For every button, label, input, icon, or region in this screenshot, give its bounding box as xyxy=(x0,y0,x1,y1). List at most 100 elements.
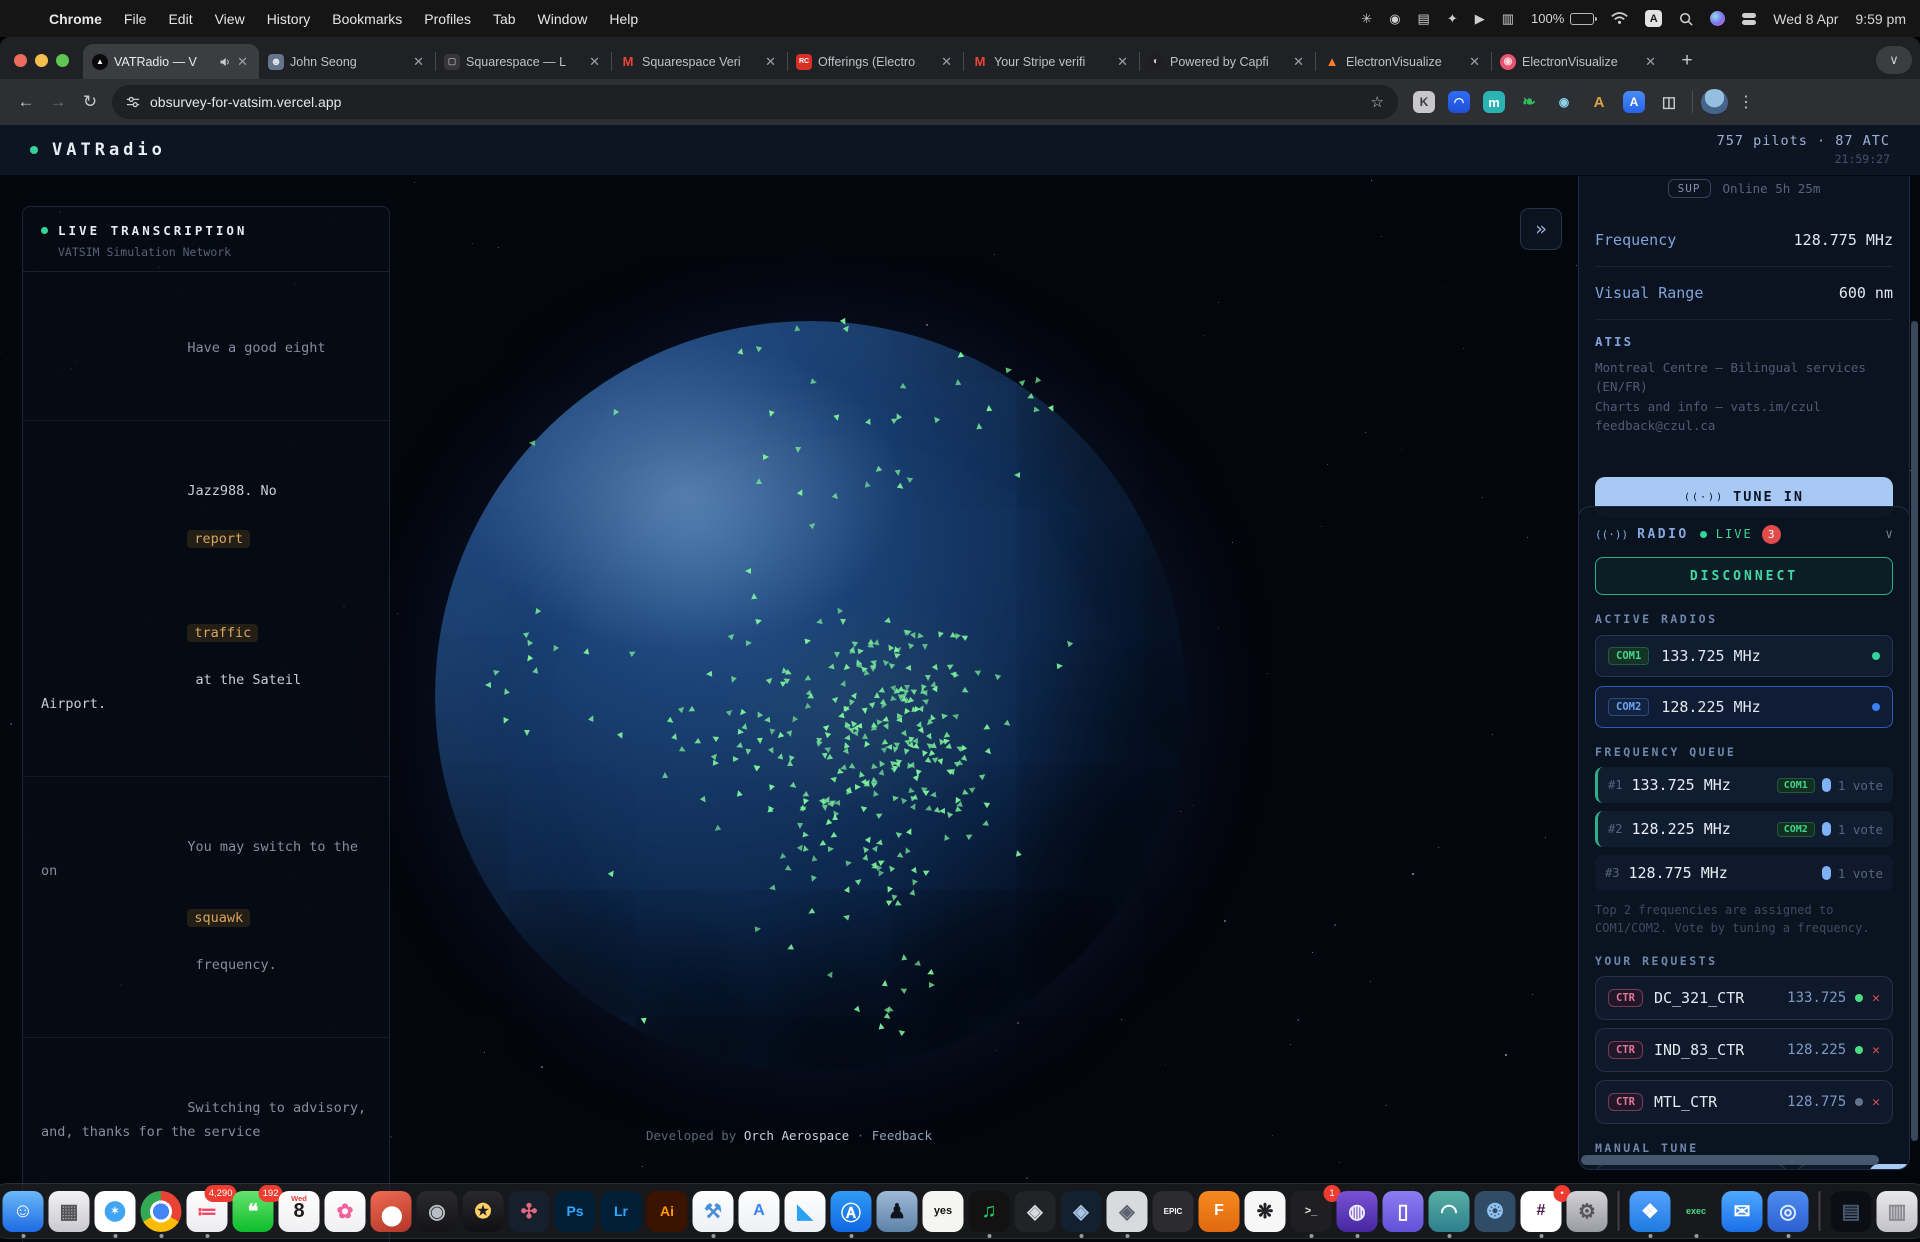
dock-icon-reminders[interactable]: ≔ 4,290 xyxy=(187,1191,228,1232)
aircraft-marker[interactable] xyxy=(797,823,803,829)
footer-brand-link[interactable]: Orch Aerospace xyxy=(744,1128,849,1143)
menu-item[interactable]: Help xyxy=(598,11,649,27)
dock-icon-theater[interactable]: ◉ xyxy=(417,1191,458,1232)
ext-monica-icon[interactable]: m xyxy=(1483,91,1505,113)
aircraft-marker[interactable] xyxy=(533,608,541,616)
dock-icon-vscode[interactable]: ◣ xyxy=(785,1191,826,1232)
aircraft-marker[interactable] xyxy=(843,748,851,756)
menu-bar-date[interactable]: Wed 8 Apr xyxy=(1773,11,1838,27)
aircraft-marker[interactable] xyxy=(862,708,869,715)
tab-close-icon[interactable]: ✕ xyxy=(1643,54,1658,70)
address-bar[interactable]: obsurvey-for-vatsim.vercel.app ☆ xyxy=(112,85,1398,119)
aircraft-marker[interactable] xyxy=(751,593,757,599)
aircraft-marker[interactable] xyxy=(776,732,784,740)
aircraft-marker[interactable] xyxy=(833,414,840,421)
aircraft-marker[interactable] xyxy=(962,687,970,695)
aircraft-marker[interactable] xyxy=(926,969,934,977)
active-radio-row[interactable]: COM1 133.725 MHz xyxy=(1595,635,1893,677)
aircraft-marker[interactable] xyxy=(840,679,848,687)
aircraft-marker[interactable] xyxy=(611,409,619,417)
aircraft-marker[interactable] xyxy=(832,493,840,501)
aircraft-marker[interactable] xyxy=(859,804,867,812)
close-window-button[interactable] xyxy=(14,54,27,67)
aircraft-marker[interactable] xyxy=(768,747,776,755)
control-center-icon[interactable] xyxy=(1742,13,1756,25)
url-text[interactable]: obsurvey-for-vatsim.vercel.app xyxy=(150,94,1361,110)
aircraft-marker[interactable] xyxy=(910,794,918,802)
dock-icon-slack[interactable]: # • xyxy=(1521,1191,1562,1232)
aircraft-marker[interactable] xyxy=(525,638,533,646)
tab-close-icon[interactable]: ✕ xyxy=(411,54,426,70)
aircraft-marker[interactable] xyxy=(966,832,974,840)
aircraft-marker[interactable] xyxy=(862,733,868,739)
aircraft-marker[interactable] xyxy=(887,864,895,872)
aircraft-marker[interactable] xyxy=(671,732,679,740)
ext-chatbot-icon[interactable]: ◉ xyxy=(1553,91,1575,113)
aircraft-marker[interactable] xyxy=(849,763,857,771)
nordvpn-icon[interactable]: ◉ xyxy=(1389,11,1400,27)
chevron-down-icon[interactable]: ∨ xyxy=(1885,527,1893,542)
aircraft-marker[interactable] xyxy=(1026,393,1034,401)
aircraft-marker[interactable] xyxy=(803,832,810,839)
dock-icon-safari[interactable]: ✶ xyxy=(95,1191,136,1232)
aircraft-marker[interactable] xyxy=(869,662,876,669)
play-circle-icon[interactable]: ▶ xyxy=(1475,11,1485,27)
aircraft-marker[interactable] xyxy=(874,692,880,698)
aircraft-marker[interactable] xyxy=(883,723,891,731)
aircraft-marker[interactable] xyxy=(955,806,963,814)
profile-avatar[interactable] xyxy=(1701,89,1728,116)
aircraft-marker[interactable] xyxy=(834,652,840,658)
aircraft-marker[interactable] xyxy=(883,617,890,624)
aircraft-marker[interactable] xyxy=(777,752,784,759)
aircraft-marker[interactable] xyxy=(827,970,835,978)
dock-icon-lightroom[interactable]: Lr xyxy=(601,1191,642,1232)
dock-icon-appstore[interactable]: Ⓐ xyxy=(831,1191,872,1232)
aircraft-marker[interactable] xyxy=(902,748,909,755)
aircraft-marker[interactable] xyxy=(733,756,739,762)
remove-request-icon[interactable]: ✕ xyxy=(1872,1043,1880,1058)
aircraft-marker[interactable] xyxy=(678,705,686,713)
aircraft-marker[interactable] xyxy=(855,877,863,885)
aircraft-marker[interactable] xyxy=(735,742,743,750)
collapse-sidebar-button[interactable]: » xyxy=(1520,208,1562,250)
aircraft-marker[interactable] xyxy=(909,888,916,895)
aircraft-marker[interactable] xyxy=(588,714,596,722)
aircraft-marker[interactable] xyxy=(926,733,934,741)
aircraft-marker[interactable] xyxy=(766,676,774,684)
browser-tab[interactable]: ◉ ElectronVisualize ✕ xyxy=(1491,44,1667,79)
aircraft-marker[interactable] xyxy=(912,738,918,744)
dock-sep-2[interactable] xyxy=(1819,1191,1821,1231)
aircraft-marker[interactable] xyxy=(822,805,829,812)
aircraft-marker[interactable] xyxy=(824,819,832,827)
aircraft-marker[interactable] xyxy=(769,729,776,736)
aircraft-marker[interactable] xyxy=(871,789,879,797)
aircraft-marker[interactable] xyxy=(768,884,775,891)
aircraft-marker[interactable] xyxy=(981,820,989,828)
aircraft-marker[interactable] xyxy=(862,853,869,860)
dock-icon-bear[interactable] xyxy=(371,1191,412,1232)
dock-icon-calendar[interactable]: Wed 8 xyxy=(279,1191,320,1232)
aircraft-marker[interactable] xyxy=(728,632,736,640)
aircraft-marker[interactable] xyxy=(904,697,911,704)
aircraft-marker[interactable] xyxy=(900,383,908,391)
menu-item[interactable]: File xyxy=(113,11,158,27)
dock-icon-epic-games[interactable]: EPIC xyxy=(1153,1191,1194,1232)
forward-button[interactable]: → xyxy=(42,86,74,118)
aircraft-marker[interactable] xyxy=(1034,407,1041,414)
aircraft-marker[interactable] xyxy=(797,488,805,496)
dock-icon-unity-hub[interactable]: ◈ xyxy=(1061,1191,1102,1232)
aircraft-marker[interactable] xyxy=(818,840,826,848)
dock-icon-chatgpt[interactable]: ❋ xyxy=(1245,1191,1286,1232)
aircraft-marker[interactable] xyxy=(1065,639,1073,647)
aircraft-marker[interactable] xyxy=(969,785,977,793)
aircraft-marker[interactable] xyxy=(713,825,721,833)
ext-nordvpn-icon[interactable]: ◠ xyxy=(1448,91,1470,113)
remove-request-icon[interactable]: ✕ xyxy=(1872,991,1880,1006)
dock-icon-yes-ebook[interactable]: yes xyxy=(923,1191,964,1232)
aircraft-marker[interactable] xyxy=(945,810,953,818)
ext-keeper-icon[interactable]: K xyxy=(1413,91,1435,113)
dock-icon-kindle[interactable]: ♟ xyxy=(877,1191,918,1232)
aircraft-marker[interactable] xyxy=(804,637,811,644)
aircraft-marker[interactable] xyxy=(1014,849,1021,856)
aircraft-marker[interactable] xyxy=(842,913,849,920)
